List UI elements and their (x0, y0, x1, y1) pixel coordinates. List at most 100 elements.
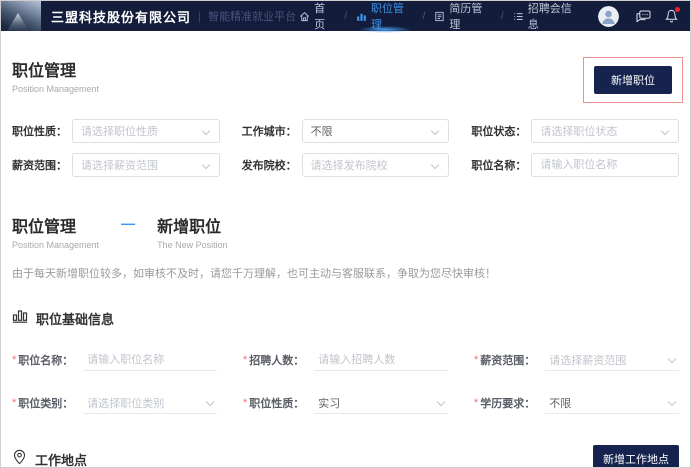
filter-label: 工作城市： (242, 123, 297, 139)
chevron-down-icon (201, 127, 209, 135)
home-icon (299, 11, 310, 22)
headcount-input[interactable] (314, 349, 448, 371)
position-category-select[interactable]: 请选择职位类别 (83, 392, 217, 414)
form-position-nature-select[interactable]: 实习 (314, 392, 448, 414)
field-position-title: * 职位名称： (12, 349, 217, 371)
messages-icon[interactable] (636, 10, 651, 23)
required-mark: * (474, 354, 478, 366)
page-title-block: 职位管理 Position Management (12, 57, 99, 94)
chevron-down-icon (668, 355, 676, 363)
field-label: 招聘人数： (249, 352, 304, 368)
field-label: 薪资范围： (480, 352, 535, 368)
position-status-select[interactable]: 请选择职位状态 (531, 119, 679, 143)
section-left-title: 职位管理 (12, 213, 99, 237)
section-dash: — (121, 215, 135, 231)
select-placeholder: 请选择薪资范围 (81, 157, 158, 173)
add-position-button[interactable]: 新增职位 (594, 66, 672, 94)
publish-school-select[interactable]: 请选择发布院校 (302, 153, 450, 177)
nav-item-positions[interactable]: 职位管理 (353, 1, 417, 31)
chevron-down-icon (431, 127, 439, 135)
select-placeholder: 请选择薪资范围 (549, 352, 626, 368)
section-right-title: 新增职位 (157, 213, 228, 237)
chevron-down-icon (431, 161, 439, 169)
page-header: 职位管理 Position Management 新增职位 (12, 57, 679, 103)
nav-separator: / (344, 11, 347, 22)
select-placeholder: 请选择职位类别 (87, 395, 164, 411)
filter-row: 职位性质： 请选择职位性质 工作城市： 不限 职位状态： (12, 119, 679, 143)
section-right-block: 新增职位 The New Position (157, 213, 228, 250)
bell-icon[interactable] (665, 9, 678, 23)
field-salary-range: * 薪资范围： 请选择薪资范围 (474, 349, 679, 371)
jobfair-icon (513, 11, 524, 22)
filter-label: 职位状态： (471, 123, 526, 139)
field-position-nature: * 职位性质： 实习 (243, 392, 448, 414)
salary-range-select[interactable]: 请选择薪资范围 (72, 153, 220, 177)
notification-dot (675, 7, 680, 12)
field-education-requirement: * 学历要求： 不限 (474, 392, 679, 414)
filter-position-name: 职位名称： (471, 153, 679, 177)
basic-info-row: * 职位名称： * 招聘人数： * 薪资范围： 请选择薪资范围 (12, 349, 679, 371)
avatar[interactable] (598, 6, 619, 27)
filter-row: 薪资范围： 请选择薪资范围 发布院校： 请选择发布院校 职位名称： (12, 153, 679, 177)
location-pin-icon (12, 449, 27, 468)
main-nav: 首页 / 职位管理 / 简历管理 / 招聘会信息 (296, 1, 584, 31)
app-window: 三盟科技股份有限公司 | 智能精准就业平台 首页 / 职位管理 / (0, 0, 691, 468)
filter-work-city: 工作城市： 不限 (242, 119, 450, 143)
position-name-input[interactable] (531, 153, 679, 177)
field-label: 职位名称： (18, 352, 73, 368)
platform-tagline: 智能精准就业平台 (208, 8, 296, 24)
filter-position-status: 职位状态： 请选择职位状态 (471, 119, 679, 143)
chevron-down-icon (437, 398, 445, 406)
section-left-subtitle: Position Management (12, 240, 99, 250)
select-placeholder: 请选择职位性质 (81, 123, 158, 139)
education-requirement-select[interactable]: 不限 (545, 392, 679, 414)
filters-panel: 职位性质： 请选择职位性质 工作城市： 不限 职位状态： (12, 119, 679, 177)
resume-icon (434, 11, 445, 22)
nav-label-resumes: 简历管理 (449, 0, 492, 32)
field-label: 职位性质： (249, 395, 304, 411)
filter-salary-range: 薪资范围： 请选择薪资范围 (12, 153, 220, 177)
filter-label: 职位名称： (471, 157, 526, 173)
nav-item-resumes[interactable]: 简历管理 (431, 1, 495, 31)
position-title-input[interactable] (83, 349, 217, 371)
filter-label: 职位性质： (12, 123, 67, 139)
filter-label: 薪资范围： (12, 157, 67, 173)
location-section-title: 工作地点 (35, 450, 87, 468)
location-title-block: 工作地点 (12, 449, 87, 468)
bar-chart-icon (12, 308, 28, 328)
field-label: 学历要求： (480, 395, 535, 411)
required-mark: * (12, 354, 16, 366)
nav-item-home[interactable]: 首页 (296, 1, 338, 31)
required-mark: * (243, 397, 247, 409)
required-mark: * (243, 354, 247, 366)
chevron-down-icon (661, 127, 669, 135)
basic-info-section-header: 职位基础信息 (12, 308, 679, 328)
select-placeholder: 请选择职位状态 (540, 123, 617, 139)
top-navbar: 三盟科技股份有限公司 | 智能精准就业平台 首页 / 职位管理 / (1, 1, 690, 31)
basic-info-title: 职位基础信息 (36, 309, 114, 328)
required-mark: * (474, 397, 478, 409)
basic-info-row: * 职位类别： 请选择职位类别 * 职位性质： 实习 * 学历要求： (12, 392, 679, 414)
review-notice: 由于每天新增职位较多，如审核不及时，请您千万理解，也可主动与客服联系，争取为您尽… (12, 265, 679, 281)
section-left-block: 职位管理 Position Management (12, 213, 99, 250)
nav-label-home: 首页 (314, 0, 335, 32)
chevron-down-icon (201, 161, 209, 169)
highlight-annotation: 新增职位 (583, 57, 683, 103)
form-salary-range-select[interactable]: 请选择薪资范围 (545, 349, 679, 371)
select-placeholder: 请选择发布院校 (311, 157, 388, 173)
select-value: 不限 (311, 123, 333, 139)
location-section-header: 工作地点 新增工作地点 (12, 445, 679, 468)
nav-label-jobfairs: 招聘会信息 (528, 0, 581, 32)
nav-item-jobfairs[interactable]: 招聘会信息 (510, 1, 584, 31)
position-nature-select[interactable]: 请选择职位性质 (72, 119, 220, 143)
positions-icon (356, 11, 367, 22)
filter-publish-school: 发布院校： 请选择发布院校 (242, 153, 450, 177)
work-city-select[interactable]: 不限 (302, 119, 450, 143)
section-right-subtitle: The New Position (157, 240, 228, 250)
company-logo (1, 1, 41, 31)
page-subtitle: Position Management (12, 84, 99, 94)
main-content: 职位管理 Position Management 新增职位 职位性质： 请选择职… (1, 57, 690, 468)
add-location-button[interactable]: 新增工作地点 (593, 445, 679, 468)
nav-separator: / (501, 11, 504, 22)
field-position-category: * 职位类别： 请选择职位类别 (12, 392, 217, 414)
